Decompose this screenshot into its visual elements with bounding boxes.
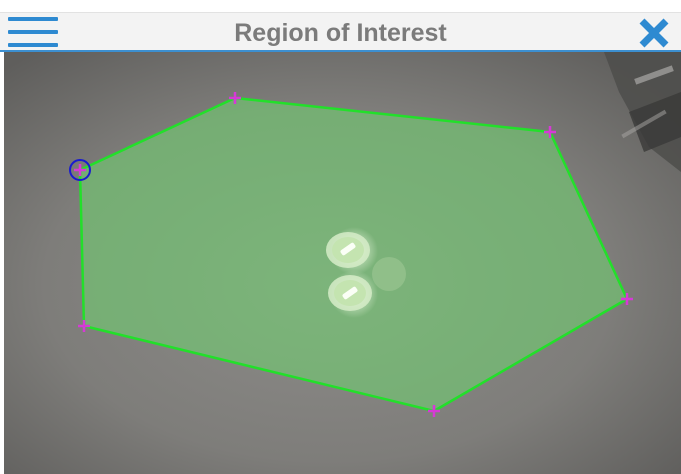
camera-view[interactable] [4,52,681,474]
roi-editor-window: Region of Interest [0,0,681,474]
page-title: Region of Interest [234,19,447,47]
close-x-icon [639,18,669,48]
title-bar: Region of Interest [0,12,681,52]
hamburger-menu-icon [8,43,58,47]
hamburger-menu-icon [8,17,58,21]
camera-canvas[interactable] [4,52,681,474]
menu-button[interactable] [8,15,58,49]
close-button[interactable] [637,17,671,49]
hamburger-menu-icon [8,30,58,34]
